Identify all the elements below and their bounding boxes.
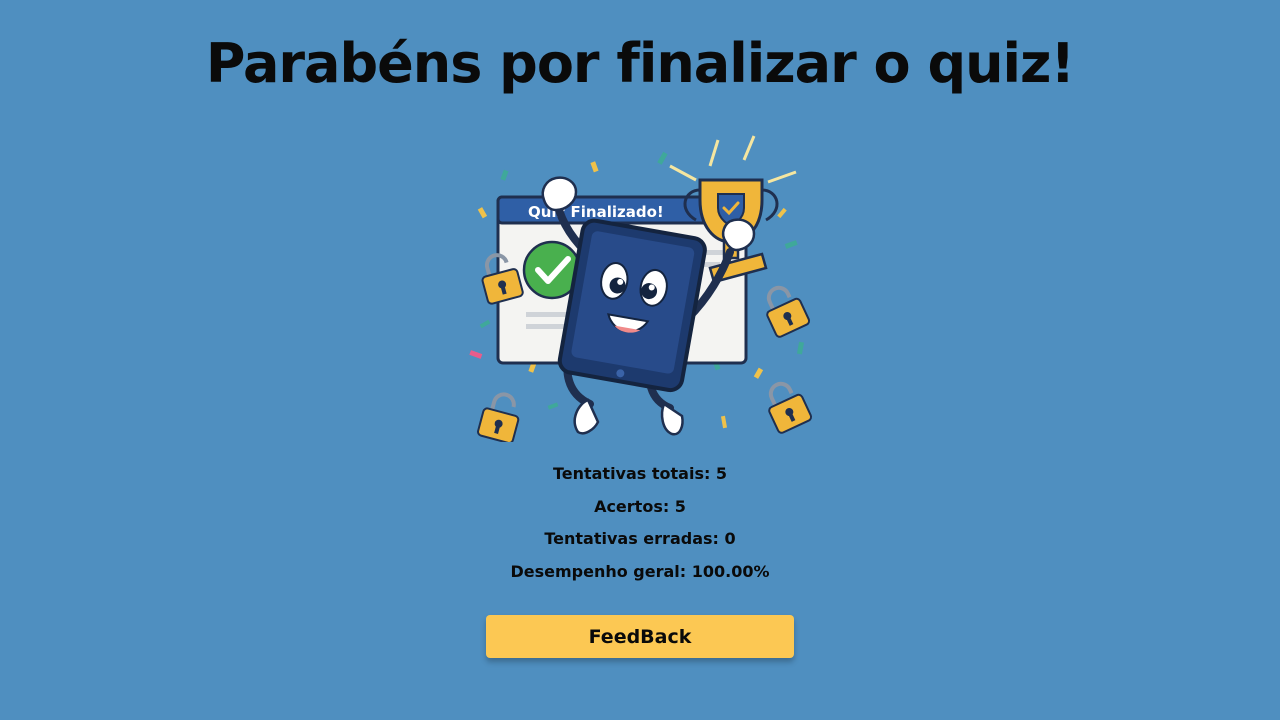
overall-performance-stat: Desempenho geral: 100.00% bbox=[510, 561, 770, 581]
feedback-button[interactable]: FeedBack bbox=[486, 615, 794, 658]
quiz-complete-illustration: Quiz Finalizado! bbox=[469, 135, 813, 442]
page-title: Parabéns por finalizar o quiz! bbox=[205, 32, 1075, 95]
correct-answers-stat: Acertos: 5 bbox=[594, 496, 686, 516]
total-attempts-stat: Tentativas totais: 5 bbox=[552, 464, 728, 483]
wrong-attempts-stat: Tentativas erradas: 0 bbox=[544, 529, 736, 549]
quiz-results-page: Parabéns por finalizar o quiz! Quiz Fina… bbox=[0, 0, 1280, 720]
quiz-stats: Tentativas totais: 5 Acertos: 5 Tentativ… bbox=[0, 460, 1280, 590]
